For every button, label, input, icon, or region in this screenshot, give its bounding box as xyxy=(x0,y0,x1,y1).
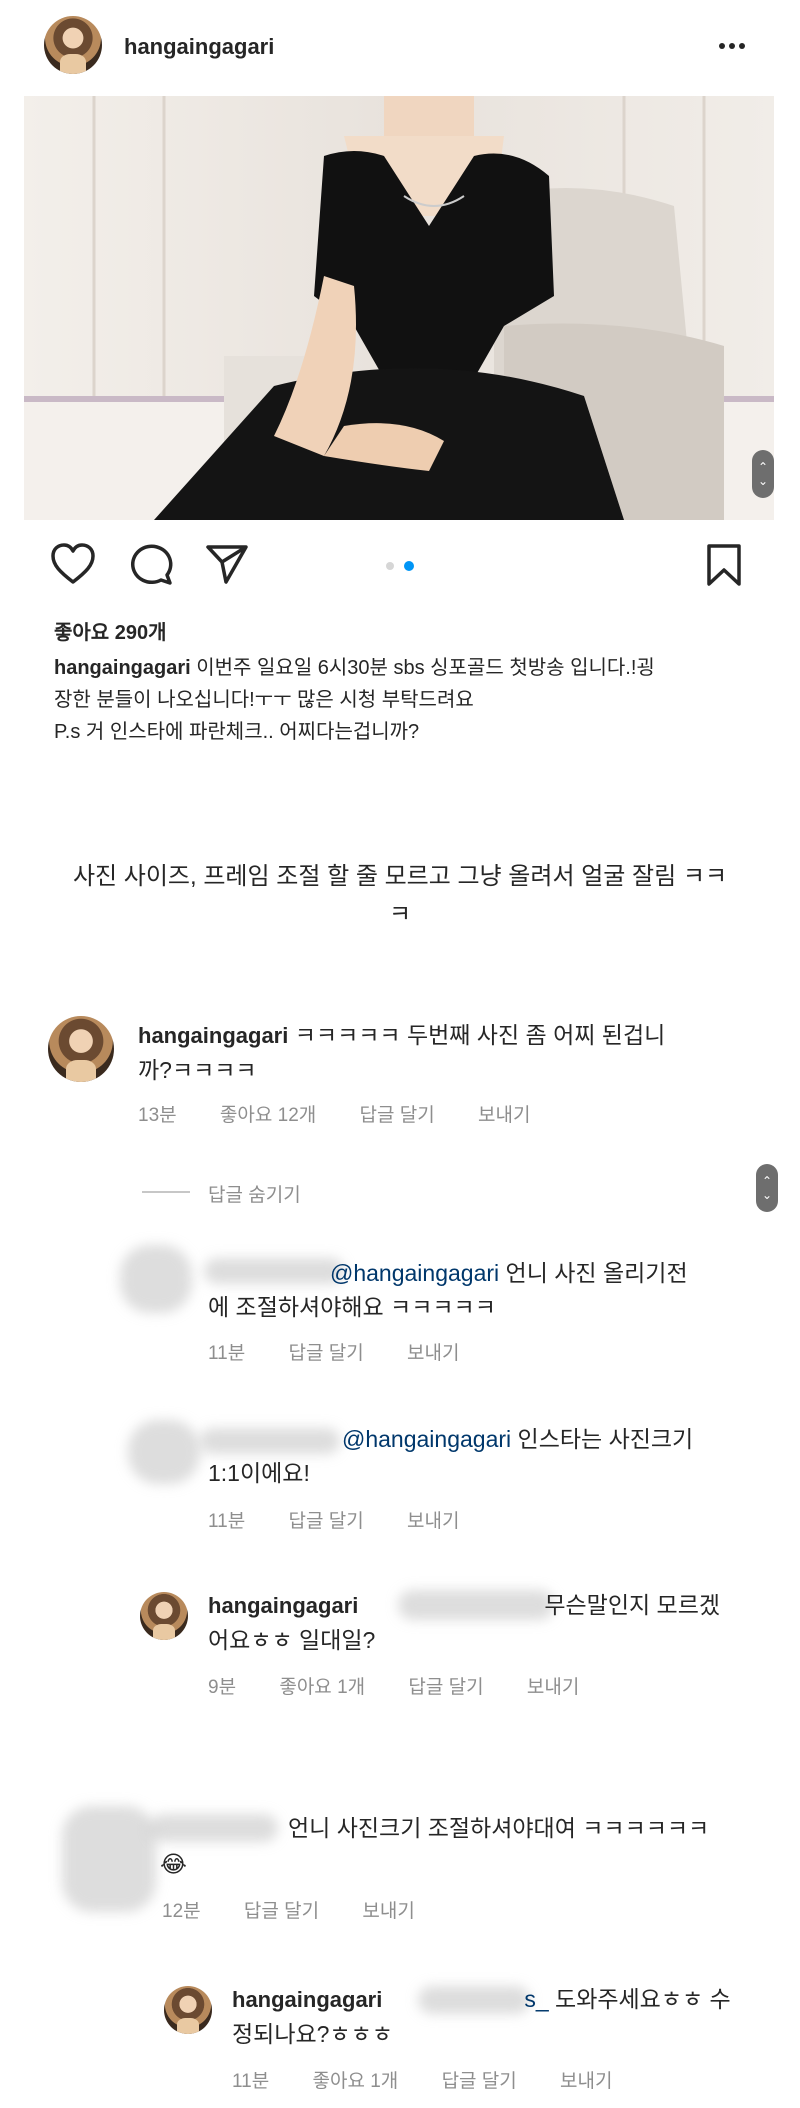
reply-text-line1: 언니 사진 올리기전 xyxy=(499,1260,688,1286)
comment-likes[interactable]: 좋아요 12개 xyxy=(220,1105,316,1126)
comment-reply-button[interactable]: 답글 달기 xyxy=(244,1901,319,1922)
reply-likes[interactable]: 좋아요 1개 xyxy=(313,2071,399,2092)
comment-text-line2: 까?ㅋㅋㅋㅋ xyxy=(138,1057,257,1083)
share-icon[interactable] xyxy=(204,542,250,586)
comment-reply-button[interactable]: 답글 달기 xyxy=(360,1105,435,1126)
reply-reply-button[interactable]: 답글 달기 xyxy=(289,1343,364,1364)
carousel-dot xyxy=(386,562,394,570)
reply-text-line2: 어요ㅎㅎ 일대일? xyxy=(208,1627,376,1653)
reply-username[interactable]: hangaingagari xyxy=(232,1987,382,2012)
redacted-avatar xyxy=(128,1420,200,1484)
post-author-username[interactable]: hangaingagari xyxy=(124,34,274,60)
reply-time: 11분 xyxy=(232,2071,270,2092)
comment-text-line2: 😂 xyxy=(160,1851,187,1877)
caption-username[interactable]: hangaingagari xyxy=(54,657,191,679)
redacted-avatar xyxy=(120,1245,192,1313)
reply-likes[interactable]: 좋아요 1개 xyxy=(279,1677,365,1698)
post-caption: hangaingagari 이번주 일요일 6시30분 sbs 싱포골드 첫방송… xyxy=(54,652,754,748)
overlay-note-line2: ㅋ xyxy=(388,901,412,928)
reply-send-button[interactable]: 보내기 xyxy=(407,1511,459,1532)
reply-meta: 11분 좋아요 1개 답글 달기 보내기 xyxy=(232,2066,772,2093)
reply-send-button[interactable]: 보내기 xyxy=(407,1343,459,1364)
reply-mention[interactable]: @hangaingagari xyxy=(342,1426,511,1452)
reply-body: hangaingagari 무슨말인지 모르겠 어요ㅎㅎ 일대일? xyxy=(208,1588,768,1657)
carousel-indicator xyxy=(386,560,418,572)
comment-text-line1: 언니 사진크기 조절하셔야대여 ㅋㅋㅋㅋㅋㅋ xyxy=(288,1815,710,1841)
reply-username[interactable]: hangaingagari xyxy=(208,1593,358,1618)
reply-time: 11분 xyxy=(208,1511,246,1532)
reply-time: 9분 xyxy=(208,1677,237,1698)
reply-body: hangaingagari s_ 도와주세요ㅎㅎ 수 정되나요?ㅎㅎㅎ xyxy=(232,1982,772,2051)
comment-time: 12분 xyxy=(162,1901,201,1922)
reply-reply-button[interactable]: 답글 달기 xyxy=(408,1677,483,1698)
scroll-control-2[interactable]: ⌃ ⌄ xyxy=(756,1164,778,1212)
reply-send-button[interactable]: 보내기 xyxy=(560,2071,612,2092)
comment-send-button[interactable]: 보내기 xyxy=(362,1901,414,1922)
overlay-note: 사진 사이즈, 프레임 조절 할 줄 모르고 그냥 올려서 얼굴 잘림 ㅋㅋ ㅋ xyxy=(0,858,800,934)
reply-text-line1: 인스타는 사진크기 xyxy=(511,1426,694,1452)
comment-meta: 12분 답글 달기 보내기 xyxy=(162,1896,682,1923)
redacted-avatar xyxy=(62,1806,156,1912)
comment-icon[interactable] xyxy=(128,542,174,586)
reply-send-button[interactable]: 보내기 xyxy=(527,1677,579,1698)
comment-send-button[interactable]: 보내기 xyxy=(478,1105,530,1126)
caption-line1: 이번주 일요일 6시30분 sbs 싱포골드 첫방송 입니다.!굉 xyxy=(190,657,655,679)
reply-author-avatar[interactable] xyxy=(164,1986,212,2034)
bookmark-icon[interactable] xyxy=(704,542,744,588)
reply-text-line1: 무슨말인지 모르겠 xyxy=(544,1592,721,1618)
overlay-note-line1: 사진 사이즈, 프레임 조절 할 줄 모르고 그냥 올려서 얼굴 잘림 ㅋㅋ xyxy=(72,863,728,890)
post-author-avatar[interactable] xyxy=(44,16,102,74)
comment-text-line1: ㅋㅋㅋㅋㅋ 두번째 사진 좀 어찌 된겁니 xyxy=(288,1022,666,1048)
reply-reply-button[interactable]: 답글 달기 xyxy=(289,1511,364,1532)
comment-body: 언니 사진크기 조절하셔야대여 ㅋㅋㅋㅋㅋㅋ 😂 xyxy=(160,1810,760,1882)
heart-icon[interactable] xyxy=(50,542,96,586)
reply-meta: 11분 답글 달기 보내기 xyxy=(208,1506,728,1533)
reply-body: @hangaingagari 인스타는 사진크기 1:1이에요! xyxy=(208,1422,768,1490)
carousel-dot-active xyxy=(404,561,414,571)
scroll-control[interactable]: ⌃ ⌄ xyxy=(752,450,774,498)
more-horizontal-icon[interactable] xyxy=(716,30,748,60)
reply-text-line2: 정되나요?ㅎㅎㅎ xyxy=(232,2021,393,2047)
reply-text-line1: 도와주세요ㅎㅎ 수 xyxy=(548,1986,731,2012)
reply-text-line2: 1:1이에요! xyxy=(208,1460,310,1486)
comment-meta: 13분 좋아요 12개 답글 달기 보내기 xyxy=(138,1100,698,1127)
hide-replies-button[interactable]: 답글 숨기기 xyxy=(208,1180,301,1207)
reply-time: 11분 xyxy=(208,1343,246,1364)
reply-mention[interactable]: @hangaingagari xyxy=(330,1260,499,1286)
caption-line2: 장한 분들이 나오십니다!ㅜㅜ 많은 시청 부탁드려요 xyxy=(54,689,474,711)
reply-partial-mention: s_ xyxy=(524,1986,549,2012)
comment-avatar[interactable] xyxy=(48,1016,114,1082)
reply-text-line2: 에 조절하셔야해요 ㅋㅋㅋㅋㅋ xyxy=(208,1294,496,1320)
reply-meta: 9분 좋아요 1개 답글 달기 보내기 xyxy=(208,1672,748,1699)
likes-count[interactable]: 좋아요 290개 xyxy=(54,616,167,645)
reply-body: @hangaingagari 언니 사진 올리기전 에 조절하셔야해요 ㅋㅋㅋㅋ… xyxy=(208,1256,768,1324)
reply-reply-button[interactable]: 답글 달기 xyxy=(442,2071,517,2092)
hide-replies-divider xyxy=(142,1191,190,1193)
caption-line3: P.s 거 인스타에 파란체크.. 어찌다는겁니까? xyxy=(54,721,420,743)
reply-meta: 11분 답글 달기 보내기 xyxy=(208,1338,728,1365)
comment-time: 13분 xyxy=(138,1105,177,1126)
reply-author-avatar[interactable] xyxy=(140,1592,188,1640)
comment-body: hangaingagari ㅋㅋㅋㅋㅋ 두번째 사진 좀 어찌 된겁니 까?ㅋㅋ… xyxy=(138,1018,758,1087)
post-image[interactable] xyxy=(24,96,774,520)
comment-username[interactable]: hangaingagari xyxy=(138,1023,288,1048)
